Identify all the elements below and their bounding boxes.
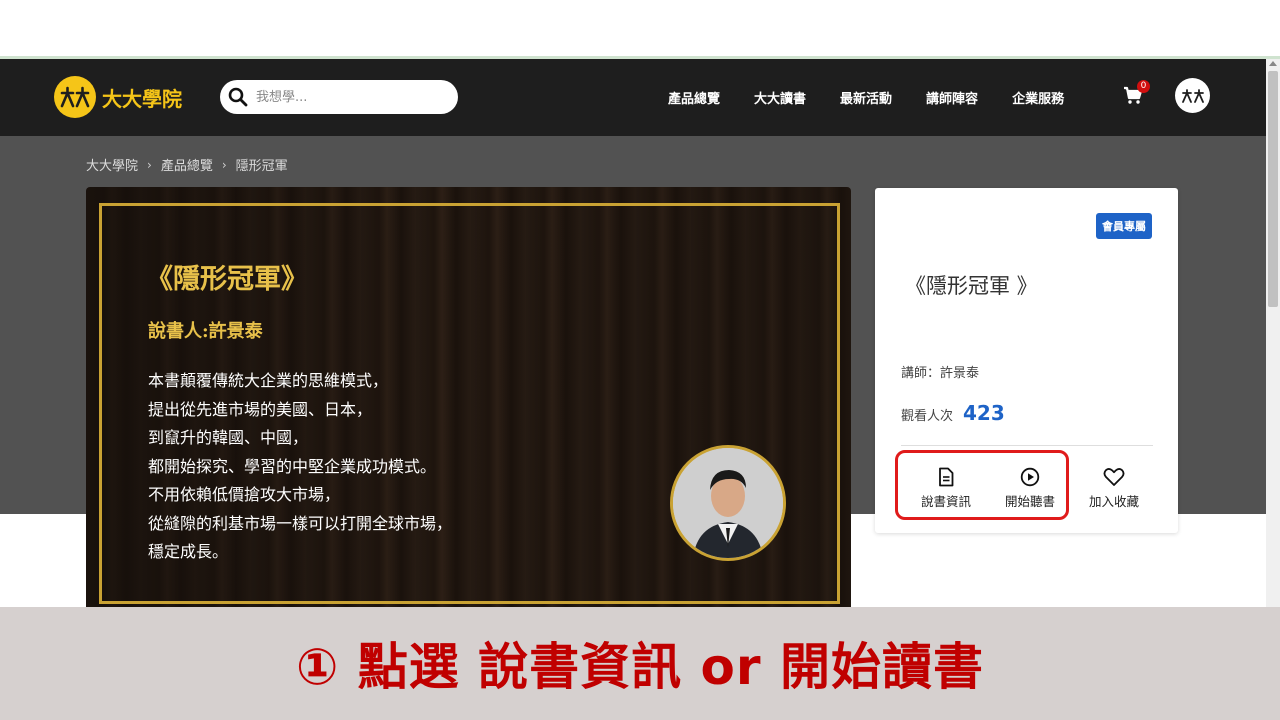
description-line: 到竄升的韓國、中國， <box>148 428 309 447</box>
add-favorite-label: 加入收藏 <box>1088 494 1139 509</box>
nav-events[interactable]: 最新活動 <box>840 88 892 107</box>
scroll-thumb[interactable] <box>1268 71 1278 307</box>
search-input[interactable] <box>254 88 448 106</box>
nav-reading[interactable]: 大大讀書 <box>754 88 806 107</box>
hero-book-title: 《隱形冠軍》 <box>146 264 308 295</box>
description-line: 不用依賴低價搶攻大市場， <box>148 485 341 504</box>
card-book-title: 《隱形冠軍 》 <box>905 274 1038 298</box>
breadcrumb-products[interactable]: 產品總覽 <box>161 155 213 174</box>
view-count-label: 觀看人次 <box>901 409 954 424</box>
card-divider <box>901 445 1153 446</box>
description-line: 本書顛覆傳統大企業的思維模式， <box>148 371 389 390</box>
heart-icon <box>1103 468 1125 486</box>
search-icon[interactable] <box>228 87 248 107</box>
hero-description: 本書顛覆傳統大企業的思維模式， 提出從先進市場的美國、日本， 到竄升的韓國、中國… <box>148 367 452 567</box>
scroll-up-icon[interactable] <box>1269 61 1277 66</box>
nav-enterprise[interactable]: 企業服務 <box>1012 88 1064 107</box>
add-favorite-button[interactable]: 加入收藏 <box>1072 467 1156 510</box>
book-cover-banner: 《隱形冠軍》 說書人:許景泰 本書顛覆傳統大企業的思維模式， 提出從先進市場的美… <box>86 187 851 617</box>
description-line: 穩定成長。 <box>148 542 229 561</box>
user-avatar[interactable] <box>1175 78 1210 113</box>
member-only-badge: 會員專屬 <box>1096 213 1152 239</box>
logo-icon <box>54 76 96 118</box>
nav-instructors[interactable]: 講師陣容 <box>926 88 978 107</box>
site-logo[interactable]: 大大學院 <box>54 76 182 118</box>
tutorial-caption-banner: ① 點選 說書資訊 or 開始讀書 <box>0 607 1280 720</box>
description-line: 都開始探究、學習的中堅企業成功模式。 <box>148 456 437 476</box>
site-header: 大大學院 產品總覽 大大讀書 最新活動 講師陣容 企業服務 0 <box>0 59 1266 136</box>
breadcrumb-current[interactable]: 隱形冠軍 <box>236 155 288 174</box>
breadcrumb-home[interactable]: 大大學院 <box>86 155 138 174</box>
main-nav: 產品總覽 大大讀書 最新活動 講師陣容 企業服務 <box>668 88 1098 107</box>
browser-top-area <box>0 0 1280 56</box>
tutorial-caption: ① 點選 說書資訊 or 開始讀書 <box>296 638 984 696</box>
view-count: 觀看人次 423 <box>901 401 1005 425</box>
chevron-right-icon: › <box>147 157 152 172</box>
view-count-value: 423 <box>963 401 1005 425</box>
description-line: 提出從先進市場的美國、日本， <box>148 399 373 419</box>
search-bar <box>220 80 458 114</box>
narrator-portrait <box>670 445 786 561</box>
breadcrumb: 大大學院 › 產品總覽 › 隱形冠軍 <box>86 155 288 175</box>
cart-count-badge: 0 <box>1137 80 1150 93</box>
avatar-logo-icon <box>1181 88 1204 103</box>
tutorial-highlight-box <box>895 450 1069 520</box>
logo-text: 大大學院 <box>102 86 182 111</box>
hero-narrator: 說書人:許景泰 <box>148 321 263 342</box>
cart-button[interactable]: 0 <box>1123 80 1150 107</box>
description-line: 從縫隙的利基市場一樣可以打開全球市場， <box>148 513 453 533</box>
chevron-right-icon: › <box>221 157 227 172</box>
instructor-name: 講師：許景泰 <box>901 366 980 381</box>
nav-products[interactable]: 產品總覽 <box>668 88 720 107</box>
